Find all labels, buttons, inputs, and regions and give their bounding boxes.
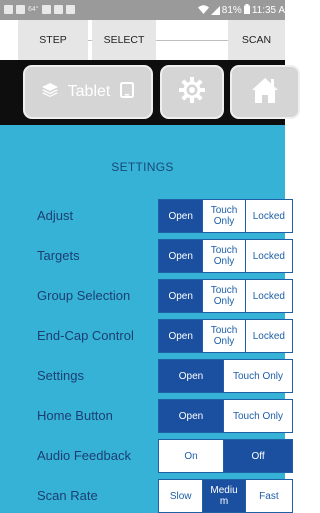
end-cap-control-label: End-Cap Control — [37, 328, 134, 343]
tablet-label: Tablet — [67, 83, 111, 100]
audio-feedback-option-on[interactable]: On — [159, 440, 225, 472]
notification-icon — [65, 5, 75, 14]
home-icon — [250, 76, 280, 109]
scan-rate-label: Scan Rate — [37, 488, 98, 503]
wifi-icon — [197, 4, 209, 17]
group-selection-option-open[interactable]: Open — [159, 280, 204, 312]
home-button[interactable] — [230, 65, 300, 119]
settings-row-label: Settings — [37, 368, 84, 383]
scan-rate-selector: Slow Medium Fast — [158, 479, 293, 513]
top-menu: STEP SELECT SCAN — [0, 20, 285, 80]
step-button[interactable]: STEP — [18, 20, 88, 60]
notification-icon — [41, 5, 51, 14]
targets-selector: Open Touch Only Locked — [158, 239, 293, 273]
notification-icon — [16, 5, 25, 14]
settings-button[interactable] — [160, 65, 224, 119]
tablet-icon — [120, 81, 135, 103]
gear-icon — [178, 76, 206, 109]
group-selection-selector: Open Touch Only Locked — [158, 279, 293, 313]
home-button-option-touch-only[interactable]: Touch Only — [224, 400, 292, 432]
targets-option-open[interactable]: Open — [159, 240, 204, 272]
settings-selector: Open Touch Only — [158, 359, 293, 393]
targets-label: Targets — [37, 248, 80, 263]
clock: 11:35 A — [251, 5, 285, 16]
adjust-option-locked[interactable]: Locked — [246, 200, 292, 232]
adjust-option-open[interactable]: Open — [159, 200, 204, 232]
group-selection-option-touch-only[interactable]: Touch Only — [203, 280, 246, 312]
layers-icon — [41, 82, 58, 102]
targets-option-locked[interactable]: Locked — [246, 240, 292, 272]
group-selection-option-locked[interactable]: Locked — [246, 280, 292, 312]
audio-feedback-selector: On Off — [158, 439, 293, 473]
end-cap-control-selector: Open Touch Only Locked — [158, 319, 293, 353]
adjust-label: Adjust — [37, 208, 74, 223]
home-button-option-open[interactable]: Open — [159, 400, 225, 432]
end-cap-control-option-locked[interactable]: Locked — [246, 320, 292, 352]
adjust-option-touch-only[interactable]: Touch Only — [203, 200, 246, 232]
notification-icon — [53, 5, 63, 14]
audio-feedback-label: Audio Feedback — [37, 448, 131, 463]
settings-option-open[interactable]: Open — [159, 360, 225, 392]
scan-rate-option-fast[interactable]: Fast — [246, 480, 292, 512]
system-tray: 81% 11:35 A — [197, 4, 285, 17]
group-selection-label: Group Selection — [37, 288, 131, 303]
settings-option-touch-only[interactable]: Touch Only — [224, 360, 292, 392]
scan-rate-option-slow[interactable]: Slow — [159, 480, 204, 512]
adjust-selector: Open Touch Only Locked — [158, 199, 293, 233]
select-button[interactable]: SELECT — [92, 20, 156, 60]
battery-percent: 81% — [221, 5, 242, 16]
page-title: SETTINGS — [111, 160, 174, 174]
settings-panel: SETTINGS Adjust Open Touch Only Locked T… — [0, 125, 293, 513]
end-cap-control-option-open[interactable]: Open — [159, 320, 204, 352]
temperature-text: 64° — [28, 6, 39, 13]
end-cap-control-option-touch-only[interactable]: Touch Only — [203, 320, 246, 352]
scan-rate-option-medium[interactable]: Medium — [203, 480, 246, 512]
signal-icon — [210, 6, 220, 15]
toolbar: Tablet — [0, 60, 300, 125]
battery-icon — [243, 4, 250, 17]
home-button-label: Home Button — [37, 408, 113, 423]
home-button-selector: Open Touch Only — [158, 399, 293, 433]
tablet-button[interactable]: Tablet — [23, 65, 153, 119]
notification-icon — [4, 5, 13, 14]
scan-button[interactable]: SCAN — [228, 20, 285, 60]
audio-feedback-option-off[interactable]: Off — [224, 440, 292, 472]
notification-icons: 64° — [4, 5, 75, 14]
targets-option-touch-only[interactable]: Touch Only — [203, 240, 246, 272]
status-bar: 64° 81% 11:35 A — [0, 0, 285, 20]
